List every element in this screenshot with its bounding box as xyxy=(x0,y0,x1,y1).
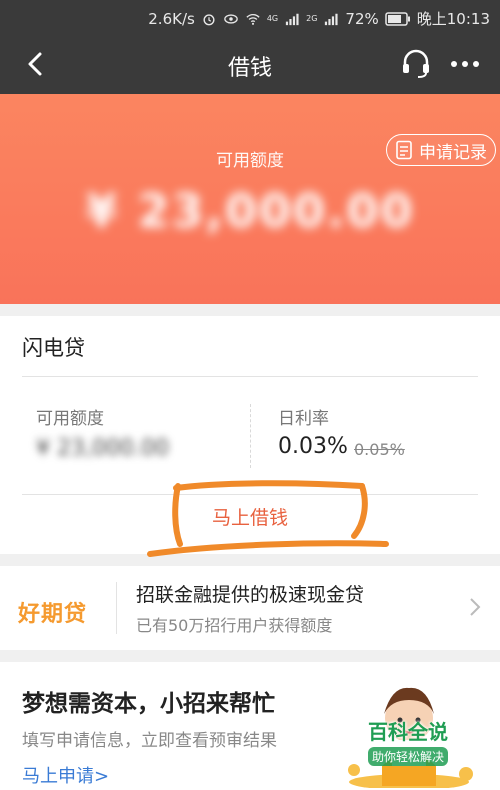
daily-rate-label: 日利率 xyxy=(278,409,329,429)
watermark-logo: 百科全说 助你轻松解决 xyxy=(352,716,464,766)
alarm-icon xyxy=(203,13,215,25)
wifi-icon xyxy=(246,13,260,25)
available-credit-label: 可用额度 xyxy=(36,409,104,429)
battery-icon xyxy=(385,11,410,26)
divider xyxy=(22,376,478,377)
more-options-icon[interactable] xyxy=(448,48,482,80)
available-credit-amount: ¥ 23,000.00 xyxy=(85,184,415,238)
original-rate-value: 0.05% xyxy=(354,440,405,459)
promo-divider xyxy=(116,582,117,634)
headset-icon[interactable] xyxy=(400,48,432,80)
network-type-1: 4G xyxy=(266,14,279,23)
network-type-2: 2G xyxy=(306,14,318,23)
flash-loan-card: 闪电贷 可用额度 ¥ 23,000.00 日利率 0.03% 0.05% 马上借… xyxy=(0,316,500,557)
battery-percent: 72% xyxy=(345,9,379,28)
application-record-button[interactable]: 申请记录 xyxy=(386,134,496,166)
status-right: 2.6K/s 4G 2G 72% 晚上10:13 xyxy=(148,8,490,29)
divider xyxy=(22,494,478,495)
available-credit-value: ¥ 23,000.00 xyxy=(36,436,169,461)
status-bar: 2.6K/s 4G 2G 72% 晚上10:13 xyxy=(0,0,500,34)
daily-rate-value: 0.03% xyxy=(278,434,348,459)
promo-banner[interactable]: 好期贷 招联金融提供的极速现金贷 已有50万招行用户获得额度 xyxy=(0,566,500,650)
promo-subtitle: 已有50万招行用户获得额度 xyxy=(136,616,333,635)
ad-subtitle: 填写申请信息，立即查看预审结果 xyxy=(22,731,277,751)
network-speed: 2.6K/s xyxy=(148,9,195,28)
document-icon xyxy=(396,140,412,160)
card-title: 闪电贷 xyxy=(22,336,85,360)
clock-time: 晚上10:13 xyxy=(416,10,490,28)
application-record-label: 申请记录 xyxy=(419,142,487,163)
haoqidai-logo: 好期贷 xyxy=(18,602,88,627)
signal-icon-2 xyxy=(325,13,338,25)
column-divider xyxy=(250,404,251,468)
watermark-main: 百科全说 xyxy=(368,720,448,744)
eye-icon xyxy=(224,13,238,24)
borrow-now-button[interactable]: 马上借钱 xyxy=(150,496,350,540)
signal-icon xyxy=(286,13,299,25)
apply-now-link[interactable]: 马上申请> xyxy=(22,762,109,788)
watermark-sub: 助你轻松解决 xyxy=(367,747,448,766)
credit-hero: 可用额度 申请记录 ¥ 23,000.00 xyxy=(0,94,500,304)
chevron-right-icon xyxy=(470,598,481,616)
ad-title: 梦想需资本，小招来帮忙 xyxy=(22,690,275,717)
promo-title: 招联金融提供的极速现金贷 xyxy=(136,584,365,606)
nav-bar: 借钱 xyxy=(0,34,500,94)
